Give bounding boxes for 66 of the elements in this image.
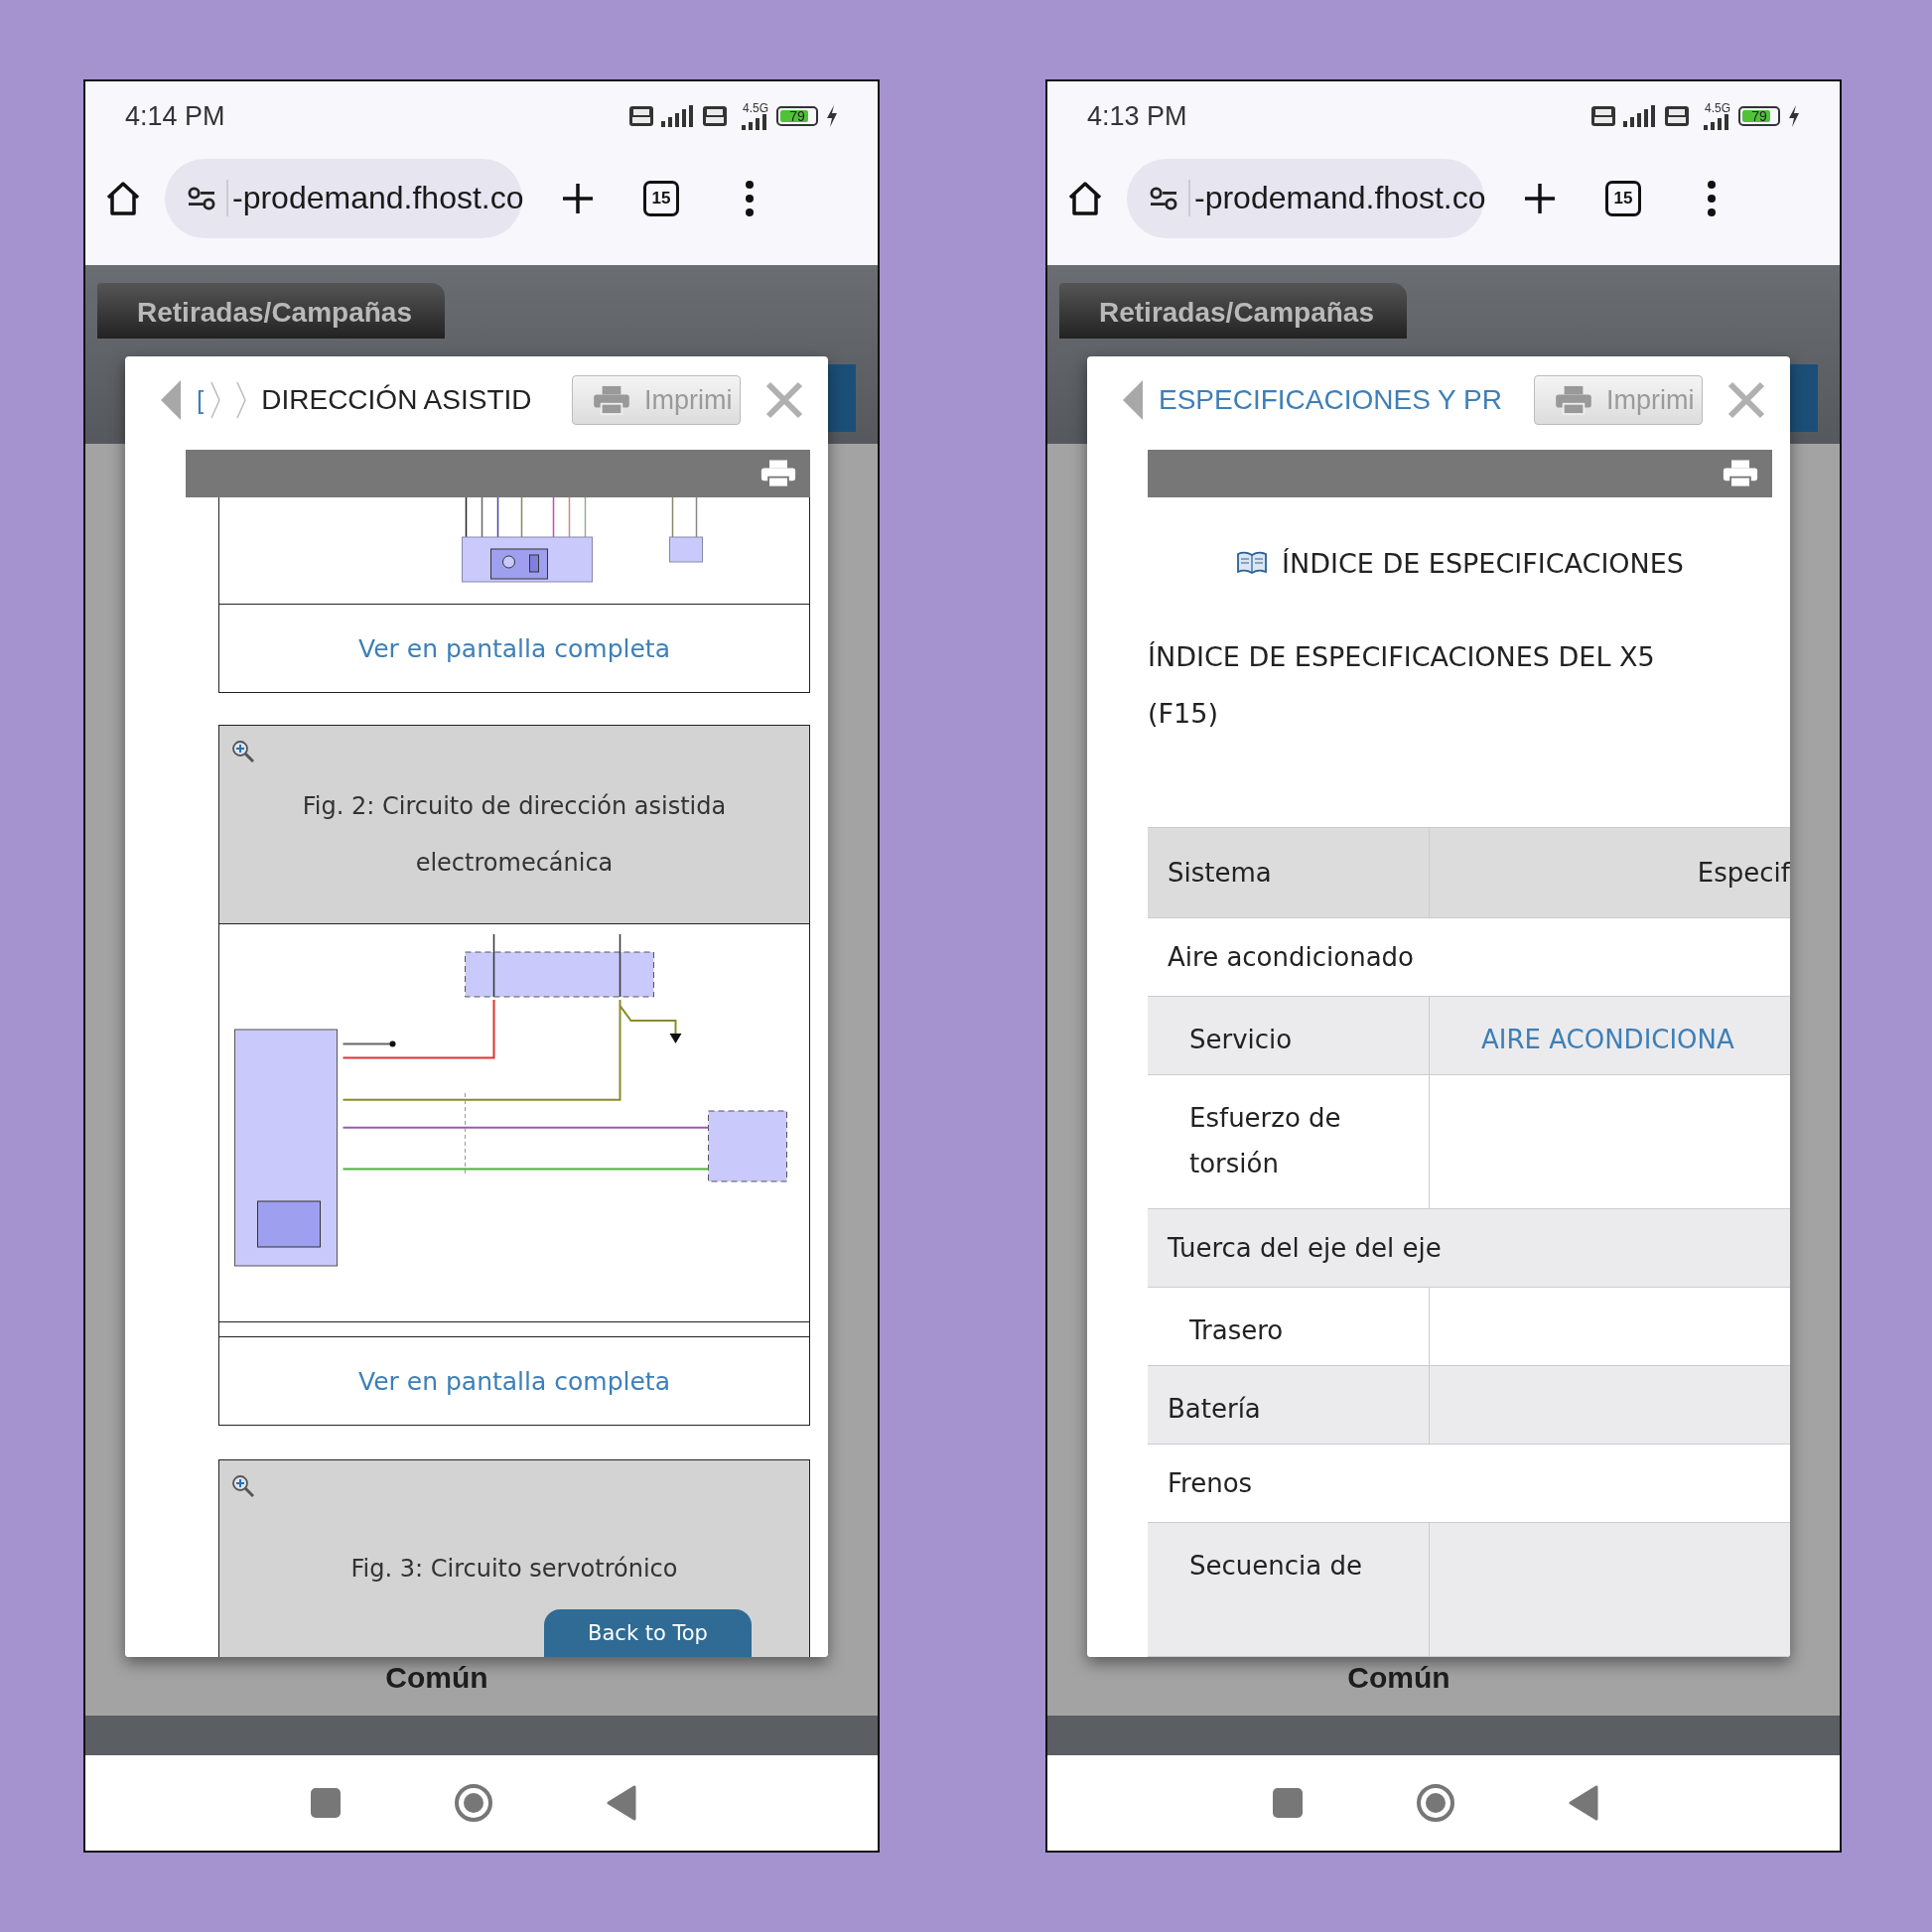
status-time: 4:14 PM <box>125 100 225 132</box>
table-cell: Batería <box>1148 1366 1430 1444</box>
charging-icon <box>826 105 838 127</box>
home-button-icon[interactable] <box>1416 1783 1455 1823</box>
printer-icon[interactable] <box>760 459 796 488</box>
zoom-in-icon[interactable] <box>231 1474 255 1498</box>
figure-caption: Fig. 2: Circuito de dirección asistida electromecánica <box>301 790 728 879</box>
back-icon[interactable] <box>1123 380 1143 420</box>
printer-icon[interactable] <box>1723 459 1758 488</box>
fullscreen-link[interactable]: Ver en pantalla completa <box>219 1336 809 1425</box>
section-label: Común <box>1347 1663 1450 1693</box>
signal-icon <box>661 105 695 127</box>
column-header: Especif <box>1696 857 1790 890</box>
table-cell-text: Tuerca del eje del eje <box>1167 1232 1442 1265</box>
site-settings-icon <box>187 185 216 211</box>
volte-icon <box>703 106 727 126</box>
chevron-icon <box>235 380 248 420</box>
table-cell-text: Aire acondicionado <box>1167 941 1414 974</box>
section-label: Común <box>385 1663 488 1693</box>
back-button-icon[interactable] <box>607 1785 636 1821</box>
volte-icon <box>1591 106 1615 126</box>
recents-button[interactable] <box>311 1788 341 1818</box>
printer-icon <box>593 385 630 415</box>
printer-icon <box>1555 385 1592 415</box>
back-icon[interactable] <box>161 380 181 420</box>
section-heading: ÍNDICE DE ESPECIFICACIONES DEL X5 (F15) <box>1148 640 1656 732</box>
charging-icon <box>1788 105 1800 127</box>
menu-icon[interactable] <box>745 178 755 218</box>
modal-title: DIRECCIÓN ASISTID <box>261 384 533 416</box>
table-cell: Servicio <box>1148 997 1430 1074</box>
signal-icon <box>1623 105 1657 127</box>
page-button-edge <box>1788 364 1818 432</box>
fullscreen-link[interactable]: Ver en pantalla completa <box>219 605 809 692</box>
figure-caption: Fig. 3: Circuito servotrónico <box>350 1554 678 1585</box>
tab-count-button[interactable]: 15 <box>1605 180 1641 216</box>
home-button-icon[interactable] <box>454 1783 493 1823</box>
recents-button[interactable] <box>1273 1788 1303 1818</box>
chevron-icon <box>209 380 222 420</box>
network-type: 4.5G <box>1705 102 1730 114</box>
battery-indicator: 79 <box>776 106 818 126</box>
table-cell-text: Frenos <box>1167 1467 1253 1500</box>
url-field[interactable]: -prodemand.fhost.co <box>1127 158 1484 238</box>
back-to-top-button[interactable]: Back to Top <box>544 1609 752 1657</box>
table-cell: Secuencia de <box>1148 1523 1430 1656</box>
tab-count-button[interactable]: 15 <box>643 180 679 216</box>
page-button-edge <box>826 364 856 432</box>
modal-title[interactable]: ESPECIFICACIONES Y PR <box>1159 384 1534 416</box>
volte-icon <box>629 106 653 126</box>
site-settings-icon <box>1149 185 1178 211</box>
volte-icon <box>1665 106 1689 126</box>
table-cell: Esfuerzo de torsión <box>1148 1075 1430 1208</box>
zoom-in-icon[interactable] <box>231 740 255 763</box>
network-type: 4.5G <box>743 102 768 114</box>
column-header: Sistema <box>1148 828 1430 917</box>
book-icon <box>1236 551 1268 576</box>
back-button-icon[interactable] <box>1569 1785 1598 1821</box>
url-field[interactable]: -prodemand.fhost.co <box>165 158 522 238</box>
site-tab[interactable]: Retiradas/Campañas <box>1059 283 1407 339</box>
site-tab[interactable]: Retiradas/Campañas <box>97 283 445 339</box>
spec-link[interactable]: AIRE ACONDICIONA <box>1481 1025 1734 1054</box>
status-time: 4:13 PM <box>1087 100 1187 132</box>
breadcrumb-link[interactable]: [ <box>197 384 205 416</box>
menu-icon[interactable] <box>1707 178 1717 218</box>
table-cell: Trasero <box>1148 1288 1430 1365</box>
battery-indicator: 79 <box>1738 106 1780 126</box>
index-title: ÍNDICE DE ESPECIFICACIONES <box>1282 547 1684 579</box>
